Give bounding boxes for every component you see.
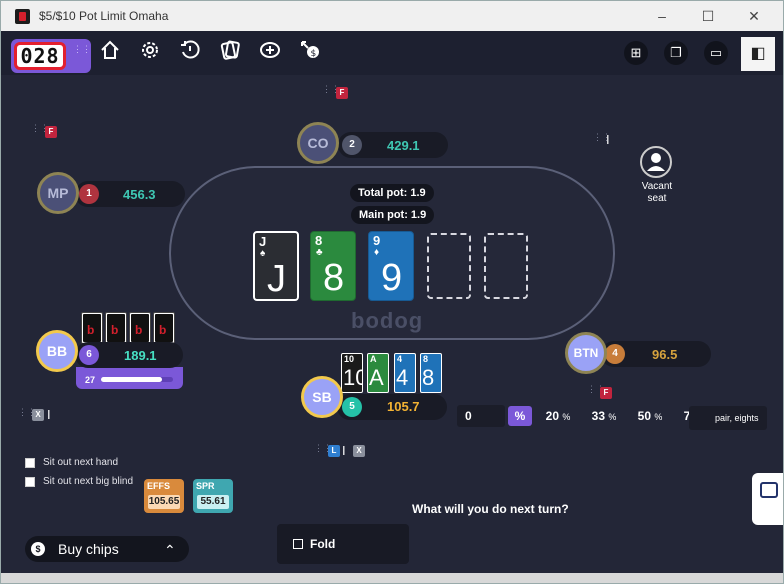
text-cursor-icon: I [47,407,51,422]
fold-button[interactable]: Fold [277,524,409,564]
co-stack: 429.1 [387,138,420,153]
board-card-2: 8 ♣ 8 [310,231,356,301]
x-tag: X [32,409,44,421]
bb-timebank-track [101,377,173,382]
bb-avatar[interactable]: BB [36,330,78,372]
btn-stack: 96.5 [652,347,678,362]
drag-handle-icon[interactable]: ⋮⋮ [587,385,605,394]
window-layout-icon[interactable]: ▭ [704,41,728,65]
percent-toggle-button[interactable]: % [508,406,532,426]
sit-out-next-bb-checkbox[interactable] [25,477,35,487]
action-timer: 028 ⋮⋮ [11,39,91,73]
co-seat-number: 2 [342,135,362,155]
sit-out-next-hand-checkbox[interactable] [25,458,35,468]
main-pot: Main pot: 1.9 [351,206,435,224]
chat-tab-icon[interactable] [752,473,783,525]
add-chips-icon[interactable] [252,39,288,69]
face-down-card: b [129,312,151,344]
face-down-card: b [153,312,175,344]
maximize-button[interactable]: ☐ [699,7,717,25]
btn-avatar[interactable]: BTN [565,332,607,374]
spr-stat: SPR 55.61 [193,479,233,513]
hero-card-3: 44 [394,353,416,393]
buy-chips-button[interactable]: $ Buy chips ⌃ [25,536,189,562]
sit-out-next-bb-label[interactable]: Sit out next big blind [43,476,133,487]
btn-seat-number: 4 [605,344,625,364]
x-tag: X [353,445,365,457]
total-pot: Total pot: 1.9 [350,184,434,202]
co-avatar[interactable]: CO [297,122,339,164]
side-panel-icon[interactable]: ◧ [741,37,775,71]
drag-handle-icon[interactable]: ⋮⋮ [314,444,332,453]
vacant-seat-button[interactable] [640,146,672,178]
bb-timebank-value: 27 [85,375,96,385]
history-icon[interactable] [172,39,208,69]
effs-stat: EFFS 105.65 [144,479,184,513]
drag-handle-icon[interactable]: ⋮⋮ [18,408,36,417]
bb-seat-number: 6 [79,345,99,365]
sb-stack: 105.7 [387,399,420,414]
l-tag: L [328,445,340,457]
buy-chips-label: Buy chips [58,541,119,557]
board-card-1: J ♠ J [253,231,299,301]
board-card-3: 9 ♦ 9 [368,231,414,301]
window-title: $5/$10 Pot Limit Omaha [39,9,169,23]
text-cursor-icon: I [342,443,346,458]
sit-out-next-hand-label[interactable]: Sit out next hand [43,457,118,468]
bodog-logo: bodog [351,308,424,333]
bet-preset-20[interactable]: 20 % [540,405,576,427]
user-icon [647,153,665,171]
fold-label: Fold [310,537,336,551]
settings-icon[interactable] [132,39,168,69]
chevron-up-icon: ⌃ [164,542,176,558]
fold-checkbox[interactable] [293,539,303,549]
poker-window: $5/$10 Pot Limit Omaha – ☐ ✕ 028 ⋮⋮ $ ⊞ … [0,0,784,584]
sb-avatar[interactable]: SB [301,376,343,418]
hero-card-2: AA [367,353,389,393]
bet-preset-33[interactable]: 33 % [586,405,622,427]
title-bar: $5/$10 Pot Limit Omaha – ☐ ✕ [1,1,783,31]
face-down-card: b [81,312,103,344]
bottom-strip [1,573,783,583]
bet-amount-input[interactable]: 0 [457,405,505,427]
tip-icon[interactable]: $ [292,39,328,69]
drag-handle-icon[interactable]: ⋮⋮ [31,124,49,133]
fold-tag: F [336,87,348,99]
dollar-chip-icon: $ [31,542,45,556]
home-icon[interactable] [92,39,128,69]
hero-card-4: 88 [420,353,442,393]
bet-preset-50[interactable]: 50 % [632,405,668,427]
board-slot-turn [427,233,471,299]
mp-seat-number: 1 [79,184,99,204]
hero-card-1: 1010 [341,353,363,393]
mp-stack: 456.3 [123,187,156,202]
close-button[interactable]: ✕ [745,7,763,25]
bodog-app-icon [15,9,30,24]
board-slot-river [484,233,528,299]
action-prompt: What will you do next turn? [412,502,569,516]
mp-avatar[interactable]: MP [37,172,79,214]
svg-text:$: $ [311,49,317,59]
hand-description: pair, eights [689,406,767,430]
grid-layout-icon[interactable]: ⊞ [624,41,648,65]
cards-icon[interactable] [212,39,248,69]
timer-grip-icon[interactable]: ⋮⋮ [73,45,91,66]
stacked-windows-icon[interactable]: ❐ [664,41,688,65]
fold-tag: F [45,126,57,138]
bb-stack: 189.1 [124,348,157,363]
sb-seat-number: 5 [342,397,362,417]
fold-tag: F [600,387,612,399]
face-down-card: b [105,312,127,344]
minimize-button[interactable]: – [653,7,671,25]
drag-handle-icon[interactable]: ⋮⋮ [593,133,611,142]
bb-timebank-fill [101,377,163,382]
timer-value: 028 [14,42,66,70]
text-cursor-icon: I [606,132,610,147]
vacant-seat-label[interactable]: Vacant seat [637,181,677,205]
drag-handle-icon[interactable]: ⋮⋮ [322,85,340,94]
